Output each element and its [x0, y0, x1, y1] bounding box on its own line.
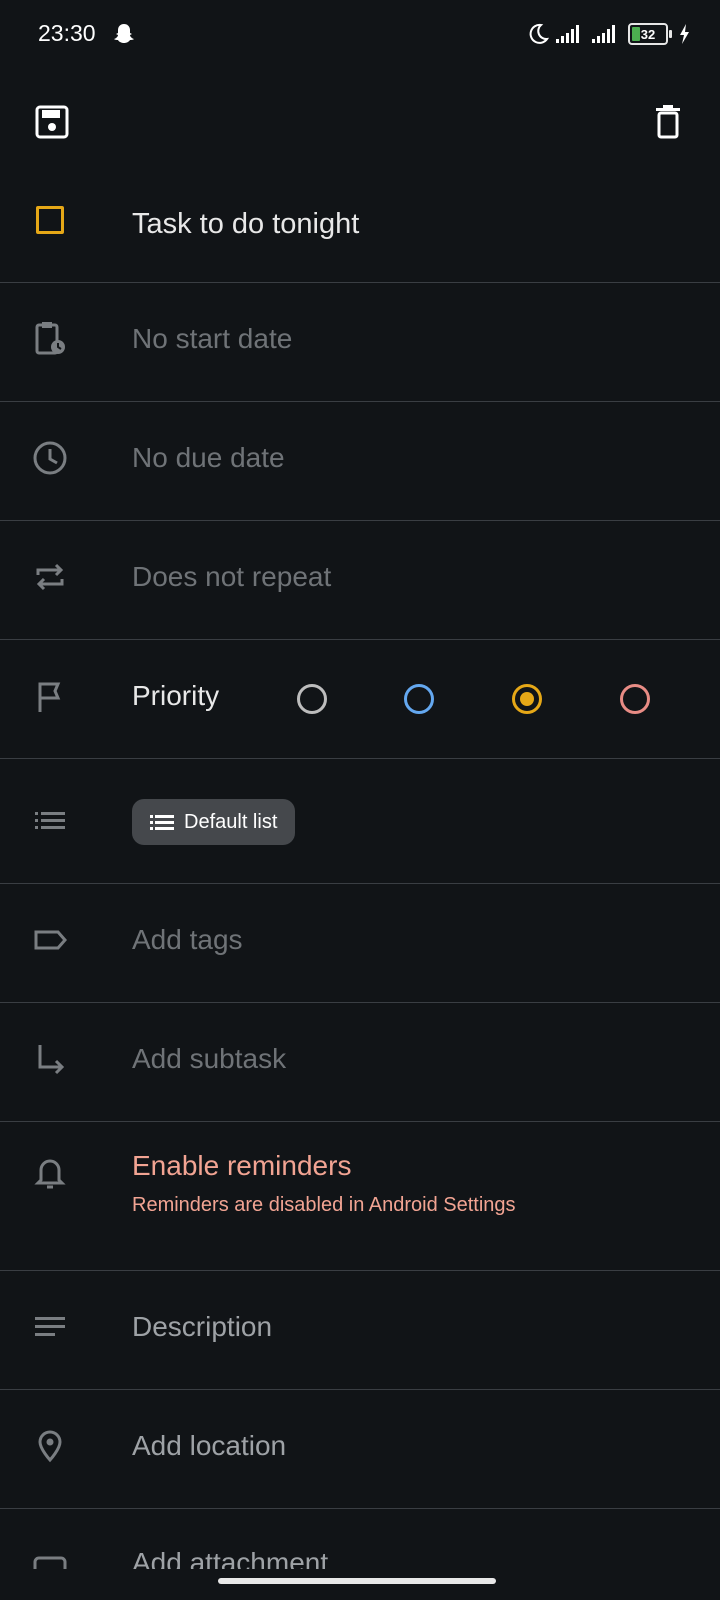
default-list-chip[interactable]: Default list — [132, 799, 296, 845]
list-icon — [35, 812, 65, 829]
enable-reminders-title: Enable reminders — [132, 1150, 352, 1181]
subtask-row[interactable]: Add subtask — [0, 1003, 720, 1122]
tags-row[interactable]: Add tags — [0, 884, 720, 1003]
charging-icon — [680, 24, 689, 44]
priority-low-radio[interactable] — [404, 684, 434, 714]
bell-icon — [34, 1159, 66, 1189]
subdirectory-arrow-icon — [38, 1045, 65, 1075]
subtask-label: Add subtask — [132, 1043, 287, 1074]
save-icon[interactable] — [32, 102, 72, 142]
start-date-label: No start date — [132, 323, 293, 354]
moon-icon — [529, 23, 550, 44]
list-chip-icon — [150, 815, 174, 830]
default-list-label: Default list — [184, 810, 278, 833]
priority-row: Priority — [0, 640, 720, 759]
location-row[interactable]: Add location — [0, 1390, 720, 1509]
task-title[interactable]: Task to do tonight — [132, 208, 359, 241]
due-date-label: No due date — [132, 442, 285, 473]
list-row: Default list — [0, 759, 720, 884]
priority-high-radio[interactable] — [620, 684, 650, 714]
top-toolbar — [0, 90, 720, 154]
delete-icon[interactable] — [648, 102, 688, 142]
status-bar: 23:30 32 — [0, 0, 720, 70]
battery-level: 32 — [640, 26, 656, 42]
clock-icon — [33, 441, 67, 475]
signal-icon-2 — [592, 25, 615, 43]
due-date-row[interactable]: No due date — [0, 402, 720, 521]
flag-icon — [38, 682, 61, 712]
repeat-label: Does not repeat — [132, 561, 332, 592]
gesture-nav-bar[interactable] — [218, 1578, 496, 1584]
clipboard-clock-icon — [35, 322, 65, 355]
start-date-row[interactable]: No start date — [0, 283, 720, 402]
description-label: Description — [132, 1311, 273, 1342]
reminders-disabled-subtitle: Reminders are disabled in Android Settin… — [132, 1194, 516, 1216]
attachment-icon — [33, 1556, 67, 1569]
battery-icon: 32 — [628, 23, 668, 45]
priority-label: Priority — [132, 680, 220, 711]
repeat-row[interactable]: Does not repeat — [0, 521, 720, 640]
attachment-label: Add attachment — [132, 1547, 329, 1569]
notes-icon — [35, 1317, 65, 1336]
priority-none-radio[interactable] — [297, 684, 327, 714]
tag-icon — [34, 930, 67, 950]
repeat-icon — [36, 563, 64, 591]
task-title-row[interactable]: Task to do tonight — [0, 166, 720, 283]
snapchat-icon — [114, 24, 134, 43]
tags-label: Add tags — [132, 924, 243, 955]
priority-medium-radio[interactable] — [512, 684, 542, 714]
attachment-row[interactable]: Add attachment — [0, 1509, 720, 1569]
location-pin-icon — [38, 1430, 62, 1463]
signal-icon-1 — [556, 25, 579, 43]
completion-checkbox[interactable] — [36, 206, 64, 234]
status-time: 23:30 — [38, 20, 96, 46]
description-row[interactable]: Description — [0, 1271, 720, 1390]
reminders-row[interactable]: Enable reminders Reminders are disabled … — [0, 1122, 720, 1271]
location-label: Add location — [132, 1430, 287, 1461]
status-icons: 32 — [526, 20, 692, 48]
